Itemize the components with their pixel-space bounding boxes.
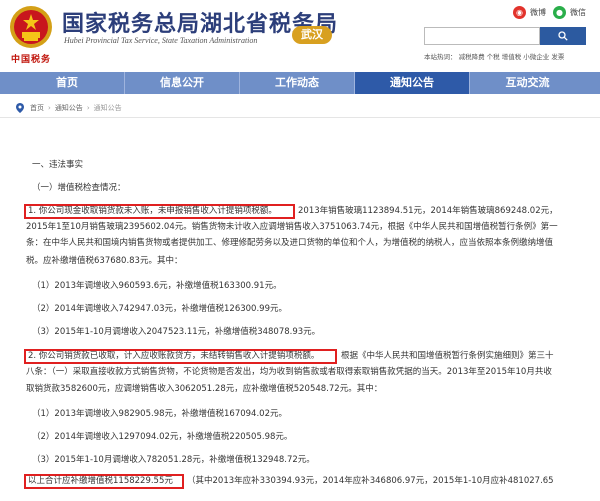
total-detail: （其中2013年应补330394.93元，2014年应补346806.97元，2… xyxy=(187,476,554,486)
wechat-link[interactable]: ● 微信 xyxy=(553,6,586,19)
weibo-label: 微博 xyxy=(530,8,546,17)
total-highlight: 以上合计应补缴增值税1158229.55元 xyxy=(28,476,173,486)
weibo-link[interactable]: ◉ 微博 xyxy=(513,6,546,19)
list-item: （3）2015年1-10月调增收入2047523.11元，补缴增值税348078… xyxy=(32,327,321,337)
breadcrumb-current: 通知公告 xyxy=(93,104,122,112)
breadcrumb: 首页 › 通知公告 › 通知公告 xyxy=(16,103,122,113)
site-header: 中国税务 国家税务总局湖北省税务局 Hubei Provincial Tax S… xyxy=(0,0,600,72)
nav-item-info-disclosure[interactable]: 信息公开 xyxy=(125,72,240,94)
list-item: （2）2014年调增收入1297094.02元，补缴增值税220505.98元。 xyxy=(32,432,293,442)
paragraph-1-line-2: 2015年1至10月销售玻璃2395602.04元。销售货物未计收入应调增销售收… xyxy=(26,222,558,232)
list-item: （1）2013年调增收入960593.6元，补缴增值税163300.91元。 xyxy=(32,281,282,291)
nav-item-home[interactable]: 首页 xyxy=(10,72,125,94)
breadcrumb-section[interactable]: 通知公告 xyxy=(55,103,83,113)
paragraph-1-line-1: 2013年销售玻璃1123894.51元，2014年销售玻璃869248.02元… xyxy=(298,206,558,216)
breadcrumb-separator: › xyxy=(86,104,90,112)
search-input[interactable] xyxy=(424,27,540,45)
site-mark: 中国税务 xyxy=(11,55,52,65)
breadcrumb-home[interactable]: 首页 xyxy=(30,103,44,113)
site-subtitle: Hubei Provincial Tax Service, State Taxa… xyxy=(64,36,258,45)
breadcrumb-separator: › xyxy=(48,104,51,112)
sub-heading: （一）增值税检查情况： xyxy=(32,183,126,193)
search-button[interactable] xyxy=(540,27,586,45)
paragraph-2-line-3: 取销货款3582600元，应调增销售收入3062051.28元，应补缴增值税52… xyxy=(26,384,383,394)
paragraph-2-line-1: 根据《中华人民共和国增值税暂行条例实施细则》第三十 xyxy=(341,351,554,361)
wechat-label: 微信 xyxy=(570,8,586,17)
weibo-icon: ◉ xyxy=(513,6,526,19)
paragraph-1-line-4: 税。应补缴增值税637680.83元。其中： xyxy=(26,256,183,266)
nav-item-interaction[interactable]: 互动交流 xyxy=(470,72,585,94)
main-nav: 首页 信息公开 工作动态 通知公告 互动交流 xyxy=(0,72,600,94)
paragraph-2-highlight: 2. 你公司销货款已收取，计入应收账款贷方，未结转销售收入计提销项税额。 xyxy=(28,351,320,361)
paragraph-1-highlight: 1. 你公司现金收取销货款未入账，未申报销售收入计提销项税额。 xyxy=(28,206,277,216)
national-emblem-icon xyxy=(10,6,52,48)
hot-search-words[interactable]: 本站热词： 减税降费 个税 增值税 小微企业 发票 xyxy=(424,51,564,61)
wechat-icon: ● xyxy=(553,6,566,19)
nav-item-notices[interactable]: 通知公告 xyxy=(355,72,470,94)
nav-item-work-news[interactable]: 工作动态 xyxy=(240,72,355,94)
city-badge[interactable]: 武汉 xyxy=(292,26,332,44)
location-pin-icon xyxy=(16,103,24,113)
list-item: （3）2015年1-10月调增收入782051.28元，补缴增值税132948.… xyxy=(32,455,315,465)
paragraph-1-line-3: 条：在中华人民共和国境内销售货物或者提供加工、修理修配劳务以及进口货物的单位和个… xyxy=(26,238,554,248)
list-item: （2）2014年调增收入742947.03元，补缴增值税126300.99元。 xyxy=(32,304,287,314)
section-heading: 一、违法事实 xyxy=(32,160,84,170)
search-icon xyxy=(558,31,568,41)
paragraph-2-line-2: 八条：（一）采取直接收款方式销售货物，不论货物是否发出，均为收到销售款或者取得索… xyxy=(26,367,552,377)
list-item: （1）2013年调增收入982905.98元，补缴增值税167094.02元。 xyxy=(32,409,287,419)
divider xyxy=(0,117,600,118)
